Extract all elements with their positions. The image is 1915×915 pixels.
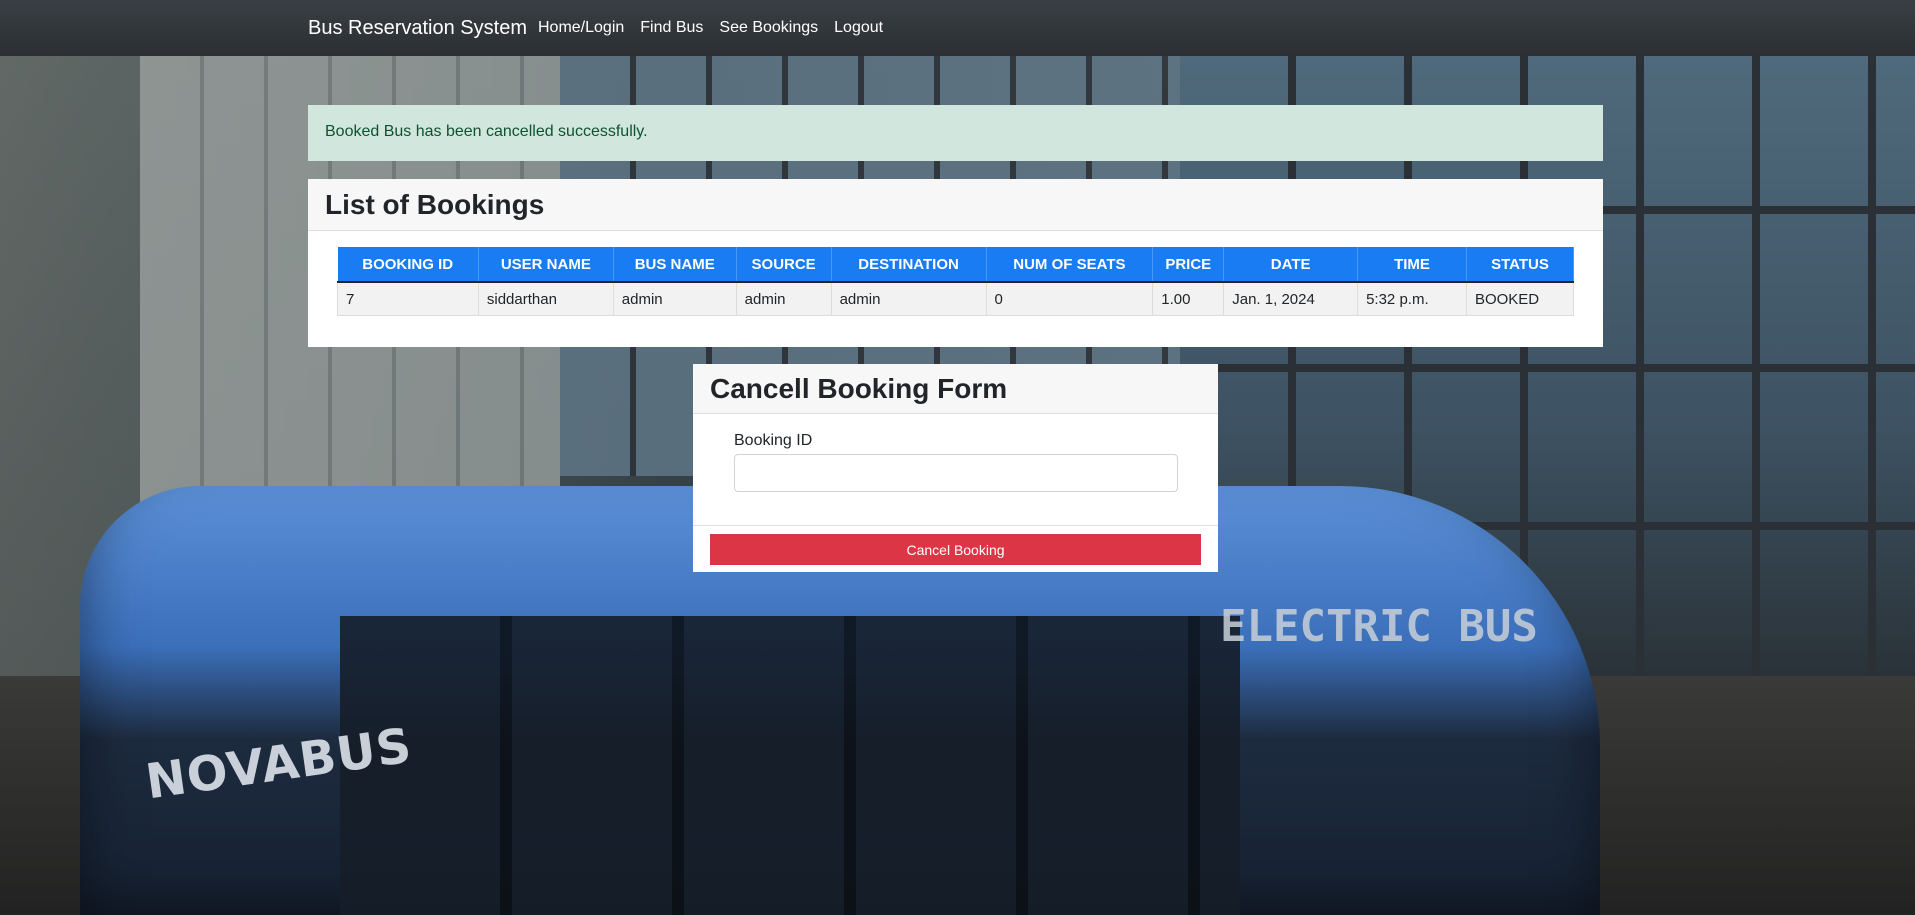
background-bus-windows bbox=[340, 616, 1240, 915]
table-row: 7 siddarthan admin admin admin 0 1.00 Ja… bbox=[337, 282, 1575, 316]
success-alert: Booked Bus has been cancelled successful… bbox=[308, 105, 1603, 161]
nav-link-see-bookings[interactable]: See Bookings bbox=[719, 19, 818, 37]
column-header-date: DATE bbox=[1223, 247, 1359, 283]
nav-link-find-bus[interactable]: Find Bus bbox=[640, 19, 703, 37]
table-header-row: BOOKING ID USER NAME BUS NAME SOURCE DES… bbox=[337, 247, 1575, 283]
bus-destination-sign: ELECTRIC BUS bbox=[1220, 601, 1538, 652]
bookings-title: List of Bookings bbox=[325, 189, 545, 220]
column-header-source: SOURCE bbox=[736, 247, 832, 283]
column-header-num-of-seats: NUM OF SEATS bbox=[986, 247, 1154, 283]
cell-user-name: siddarthan bbox=[478, 282, 614, 316]
cancel-form-footer: Cancel Booking bbox=[693, 525, 1218, 572]
navbar-brand[interactable]: Bus Reservation System bbox=[308, 17, 527, 40]
cell-source: admin bbox=[736, 282, 832, 316]
booking-id-label: Booking ID bbox=[734, 432, 813, 449]
cell-status: BOOKED bbox=[1466, 282, 1575, 316]
column-header-price: PRICE bbox=[1152, 247, 1225, 283]
bookings-table: BOOKING ID USER NAME BUS NAME SOURCE DES… bbox=[337, 247, 1575, 316]
cancel-form-body: Booking ID bbox=[734, 432, 1178, 492]
cell-time: 5:32 p.m. bbox=[1357, 282, 1467, 316]
cell-price: 1.00 bbox=[1152, 282, 1225, 316]
cancel-form-header: Cancell Booking Form bbox=[693, 364, 1218, 414]
navbar: Bus Reservation System Home/Login Find B… bbox=[0, 0, 1915, 56]
bookings-card: List of Bookings BOOKING ID USER NAME BU… bbox=[308, 179, 1603, 347]
column-header-destination: DESTINATION bbox=[831, 247, 987, 283]
nav-link-home-login[interactable]: Home/Login bbox=[538, 19, 624, 37]
column-header-status: STATUS bbox=[1466, 247, 1575, 283]
cell-num-of-seats: 0 bbox=[986, 282, 1154, 316]
navbar-links: Home/Login Find Bus See Bookings Logout bbox=[538, 19, 883, 37]
bookings-card-header: List of Bookings bbox=[308, 179, 1603, 231]
cell-date: Jan. 1, 2024 bbox=[1223, 282, 1359, 316]
nav-link-logout[interactable]: Logout bbox=[834, 19, 883, 37]
cell-bus-name: admin bbox=[613, 282, 737, 316]
booking-id-input[interactable] bbox=[734, 454, 1178, 492]
cancel-booking-card: Cancell Booking Form Booking ID Cancel B… bbox=[693, 364, 1218, 572]
cancel-booking-button[interactable]: Cancel Booking bbox=[710, 534, 1201, 565]
cancel-form-title: Cancell Booking Form bbox=[710, 373, 1008, 404]
column-header-booking-id: BOOKING ID bbox=[337, 247, 479, 283]
cell-booking-id: 7 bbox=[337, 282, 479, 316]
column-header-user-name: USER NAME bbox=[478, 247, 614, 283]
cell-destination: admin bbox=[831, 282, 987, 316]
column-header-time: TIME bbox=[1357, 247, 1467, 283]
column-header-bus-name: BUS NAME bbox=[613, 247, 737, 283]
